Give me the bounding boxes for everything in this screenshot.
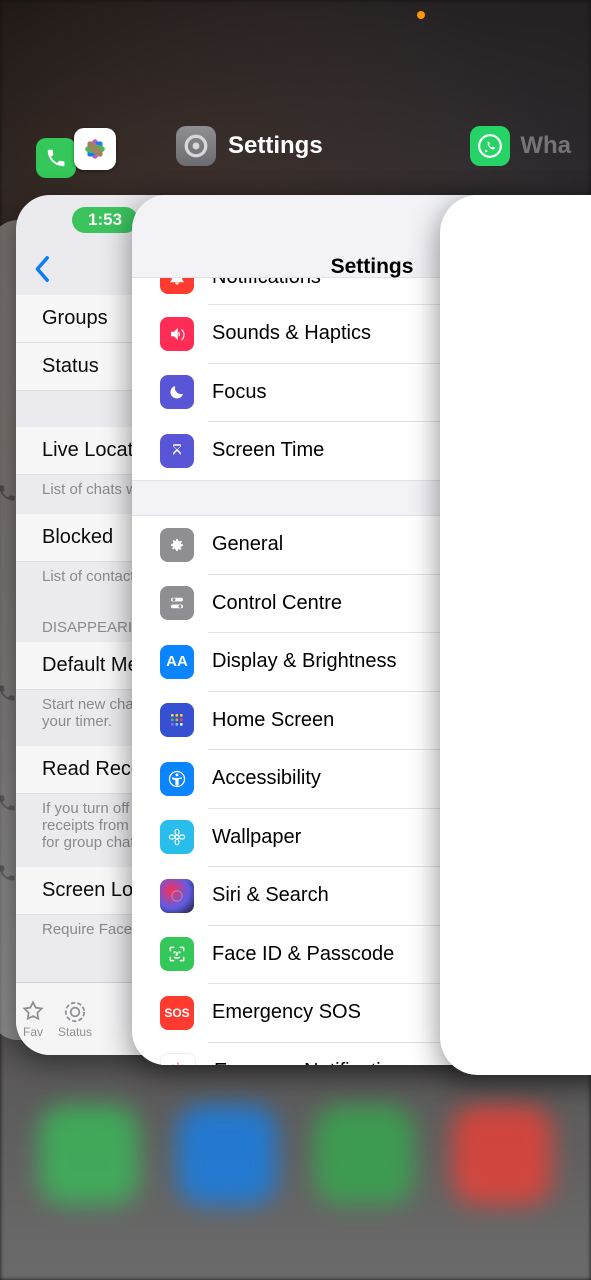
row-home-screen-label: Home Screen	[212, 709, 334, 732]
app-switcher-labels: Settings Wha	[0, 128, 591, 178]
whatsapp-app-icon	[470, 126, 510, 166]
dock-icon-3	[314, 1105, 414, 1205]
hourglass-icon	[160, 434, 194, 468]
row-faceid-label: Face ID & Passcode	[212, 943, 394, 966]
status-ring-icon	[62, 999, 88, 1025]
row-exposure-label: Exposure Notifications	[214, 1060, 413, 1066]
siri-icon	[160, 879, 194, 913]
row-sounds-label: Sounds & Haptics	[212, 322, 371, 345]
tab-status-label: Status	[58, 1025, 92, 1039]
row-siri-label: Siri & Search	[212, 884, 329, 907]
moon-icon	[160, 375, 194, 409]
phone-handset-icon	[45, 147, 67, 169]
settings-app-name: Settings	[228, 132, 323, 160]
sos-icon: SOS	[160, 996, 194, 1030]
accessibility-icon	[160, 762, 194, 796]
photos-flower-icon	[80, 134, 110, 164]
row-display-label: Display & Brightness	[212, 650, 397, 673]
gear-icon	[183, 133, 209, 159]
whatsapp-glyph-icon	[477, 133, 503, 159]
tab-status[interactable]: Status	[58, 999, 92, 1039]
tab-favourites-label: Fav	[23, 1025, 43, 1039]
row-control-centre-label: Control Centre	[212, 592, 342, 615]
bell-icon	[160, 278, 194, 294]
row-screen-time-label: Screen Time	[212, 439, 324, 462]
exposure-icon	[160, 1053, 196, 1065]
dock-icon-1	[39, 1105, 139, 1205]
photos-app-icon[interactable]	[74, 128, 116, 170]
phone-app-icon[interactable]	[36, 138, 76, 178]
row-focus-label: Focus	[212, 381, 266, 404]
row-sos-label: Emergency SOS	[212, 1001, 361, 1024]
grid-icon	[160, 703, 194, 737]
switches-icon	[160, 586, 194, 620]
star-outline-icon	[20, 999, 46, 1025]
status-bar-time-pill[interactable]: 1:53	[72, 207, 138, 233]
settings-app-icon	[176, 126, 216, 166]
dock-icon-4	[452, 1105, 552, 1205]
back-chevron-icon[interactable]	[34, 255, 52, 290]
flower-icon	[160, 820, 194, 854]
settings-app-label[interactable]: Settings	[176, 126, 323, 166]
camera-indicator-dot	[417, 11, 425, 19]
row-wallpaper-label: Wallpaper	[212, 826, 301, 849]
dock-preview	[0, 1080, 591, 1230]
row-notifications-label: Notifications	[212, 278, 321, 289]
whatsapp-app-label[interactable]: Wha	[470, 126, 571, 166]
whatsapp-app-name: Wha	[520, 132, 571, 160]
row-general-label: General	[212, 533, 283, 556]
faceid-icon	[160, 937, 194, 971]
row-accessibility-label: Accessibility	[212, 767, 321, 790]
app-card-whatsapp-foreground[interactable]	[440, 195, 591, 1075]
speaker-icon	[160, 317, 194, 351]
aa-icon: AA	[160, 645, 194, 679]
dock-icon-2	[177, 1105, 277, 1205]
gear-icon	[160, 528, 194, 562]
tab-favourites[interactable]: Fav	[20, 999, 46, 1039]
